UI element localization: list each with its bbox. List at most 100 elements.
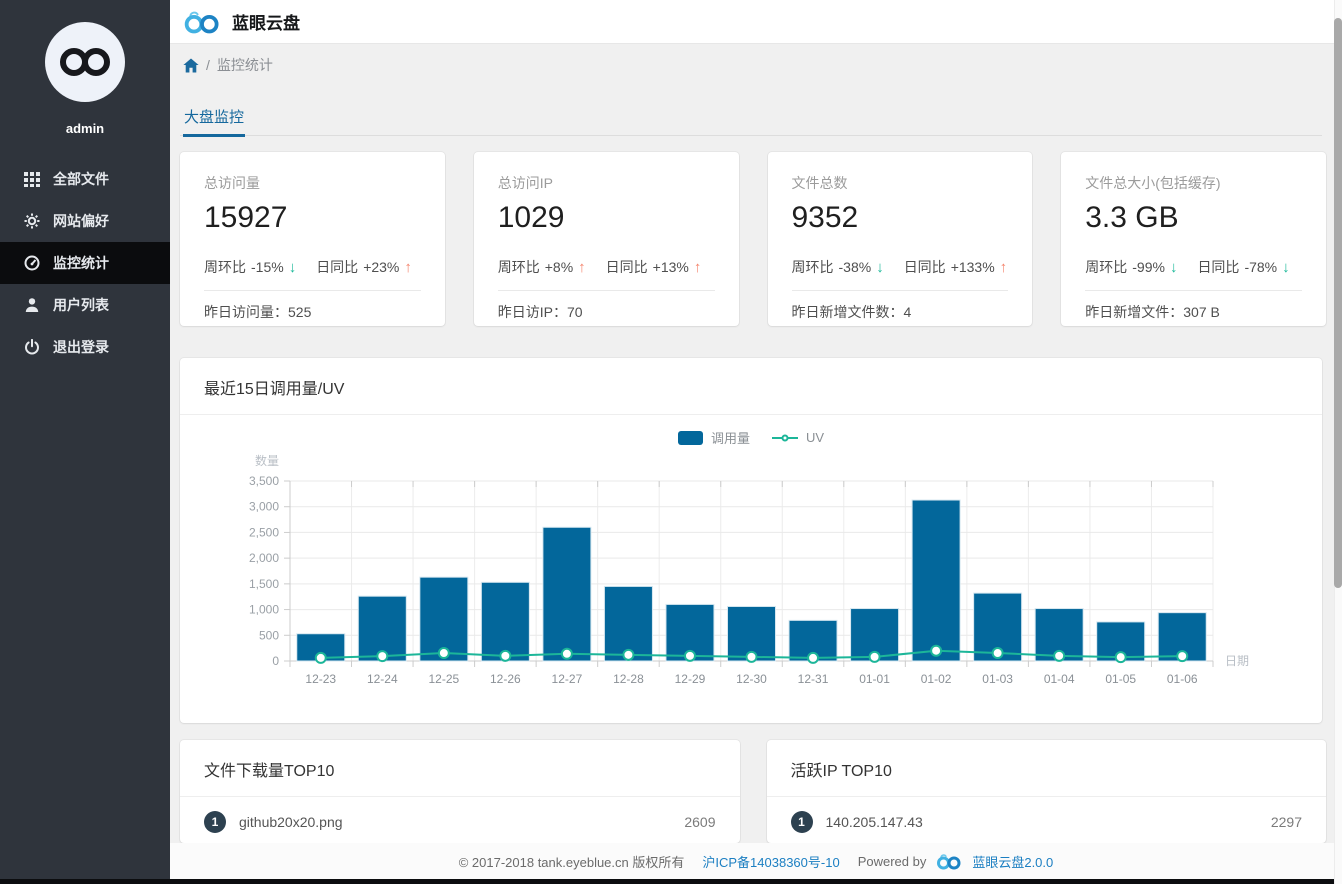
page-footer: © 2017-2018 tank.eyeblue.cn 版权所有 沪ICP备14… [170,843,1342,879]
dashboard-icon [23,255,40,271]
download-count: 2609 [684,814,716,830]
sidebar-item-preferences[interactable]: 网站偏好 [0,200,170,242]
stat-label: 总访问量 [204,175,260,191]
tabs: 大盘监控 [180,96,1322,137]
trend-arrow: ↓ [876,258,884,276]
stat-footer: 昨日访问量：525 [204,304,312,320]
stat-card-total-size: 文件总大小(包括缓存) 3.3 GB 周环比 -99% ↓ 日同比 -78% ↓ 昨… [1061,152,1326,326]
downloads-top10-card: 文件下载量TOP10 1 github20x20.png 2609 [180,740,740,843]
top-header: 蓝眼云盘 [170,0,1342,44]
svg-text:12-31: 12-31 [798,672,829,686]
svg-text:3,500: 3,500 [249,474,279,488]
day-ratio: 日同比 +133% ↑ [903,258,1008,276]
svg-text:01-04: 01-04 [1044,672,1075,686]
breadcrumb-separator: / [206,57,210,73]
copyright-text: © 2017-2018 tank.eyeblue.cn 版权所有 [458,854,685,870]
svg-text:01-01: 01-01 [859,672,890,686]
week-ratio: 周环比 -99% ↓ [1085,258,1178,276]
tab-dashboard-monitor[interactable]: 大盘监控 [183,96,246,137]
svg-text:01-03: 01-03 [982,672,1013,686]
breadcrumb-current: 监控统计 [216,57,273,73]
svg-text:1,000: 1,000 [249,603,279,617]
stat-ratios: 周环比 -99% ↓ 日同比 -78% ↓ [1085,257,1302,277]
hit-count: 2297 [1270,814,1302,830]
brand-logo-icon [183,9,221,35]
svg-text:01-02: 01-02 [921,672,952,686]
scrollbar-track[interactable] [1334,0,1342,884]
stat-ratios: 周环比 +8% ↑ 日同比 +13% ↑ [498,257,715,277]
stat-label: 文件总数 [791,175,848,191]
stat-footer: 昨日访IP：70 [497,304,583,320]
sidebar-item-label: 全部文件 [53,171,109,187]
svg-text:3,000: 3,000 [249,500,279,514]
avatar [45,22,125,102]
day-ratio: 日同比 +13% ↑ [605,258,702,276]
stat-value: 9352 [791,201,859,234]
svg-text:0: 0 [272,654,279,668]
home-icon[interactable] [183,58,199,73]
sidebar-item-users[interactable]: 用户列表 [0,284,170,326]
stat-value: 3.3 GB [1085,201,1179,234]
svg-text:1,500: 1,500 [249,577,279,591]
power-icon [23,339,40,355]
stat-card-total-visits: 总访问量 15927 周环比 -15% ↓ 日同比 +23% ↑ 昨日访问量：525 [180,152,445,326]
stat-footer: 昨日新增文件：307 B [1085,304,1220,320]
scrollbar-thumb[interactable] [1334,18,1342,588]
infinity-logo-icon [60,48,110,76]
sidebar-item-all-files[interactable]: 全部文件 [0,158,170,200]
trend-arrow: ↑ [693,258,702,276]
stat-value: 1029 [497,201,565,234]
week-ratio: 周环比 -38% ↓ [791,258,884,276]
trend-arrow: ↑ [404,258,412,276]
sidebar-item-label: 监控统计 [53,255,109,271]
trend-arrow: ↑ [999,258,1008,276]
brand-version-link[interactable]: 蓝眼云盘2.0.0 [972,852,1053,871]
active-ip-top10-card: 活跃IP TOP10 1 140.205.147.43 2297 [766,740,1327,843]
trend-arrow: ↓ [1282,258,1290,276]
svg-text:12-29: 12-29 [675,672,706,686]
svg-text:2,500: 2,500 [249,525,279,539]
week-ratio: 周环比 -15% ↓ [204,258,297,276]
divider [204,290,421,291]
sidebar-item-label: 退出登录 [53,339,109,355]
top-lists-row: 文件下载量TOP10 1 github20x20.png 2609 活跃IP T… [180,740,1326,843]
sidebar-menu: 全部文件 网站偏好 监控统计 用户列表 退出登录 [0,158,170,368]
uv-chart-card: 最近15日调用量/UV 调用量 UV 0 500 1,000 1,500 2,000 2,… [180,358,1322,723]
svg-text:2,000: 2,000 [249,551,279,565]
file-name: github20x20.png [239,814,343,830]
svg-text:12-27: 12-27 [552,672,583,686]
svg-text:12-24: 12-24 [367,672,398,686]
username-label: admin [65,121,105,136]
stat-ratios: 周环比 -38% ↓ 日同比 +133% ↑ [792,257,1009,277]
stat-ratios: 周环比 -15% ↓ 日同比 +23% ↑ [204,257,421,277]
list-title: 活跃IP TOP10 [766,740,1326,797]
sidebar-item-monitoring[interactable]: 监控统计 [0,242,170,284]
stat-label: 文件总大小(包括缓存) [1085,175,1221,191]
svg-text:12-26: 12-26 [490,672,521,686]
trend-arrow: ↓ [1169,258,1178,276]
svg-text:12-28: 12-28 [613,672,644,686]
stat-footer: 昨日新增文件数：4 [791,304,912,320]
svg-text:12-23: 12-23 [305,672,336,686]
rank-badge: 1 [790,811,813,833]
rank-badge: 1 [204,811,226,833]
divider [1085,290,1302,291]
ip-address: 140.205.147.43 [825,814,923,830]
sidebar-item-logout[interactable]: 退出登录 [0,326,170,368]
uv-chart[interactable]: 0 500 1,000 1,500 2,000 2,500 3,000 3,500 12-23 1… [180,428,1322,696]
sidebar-item-label: 用户列表 [53,297,109,313]
list-title: 文件下载量TOP10 [180,740,740,797]
list-item: 1 140.205.147.43 2297 [767,797,1327,843]
svg-text:12-30: 12-30 [736,672,767,686]
icp-link[interactable]: 沪ICP备14038360号-10 [702,852,839,871]
stat-value: 15927 [204,201,288,234]
bottom-edge-strip [0,879,1342,884]
dashboard-screen: admin 全部文件 网站偏好 监控统计 用户列表 退出登录 蓝眼云盘 / 监控… [0,0,1342,884]
svg-text:日期: 日期 [1225,654,1249,668]
divider [791,290,1009,291]
svg-text:01-06: 01-06 [1167,672,1198,686]
trend-arrow: ↓ [288,258,297,276]
stat-label: 总访问IP [497,175,553,191]
day-ratio: 日同比 +23% ↑ [316,258,412,276]
stat-card-total-ips: 总访问IP 1029 周环比 +8% ↑ 日同比 +13% ↑ 昨日访IP：70 [473,152,739,326]
